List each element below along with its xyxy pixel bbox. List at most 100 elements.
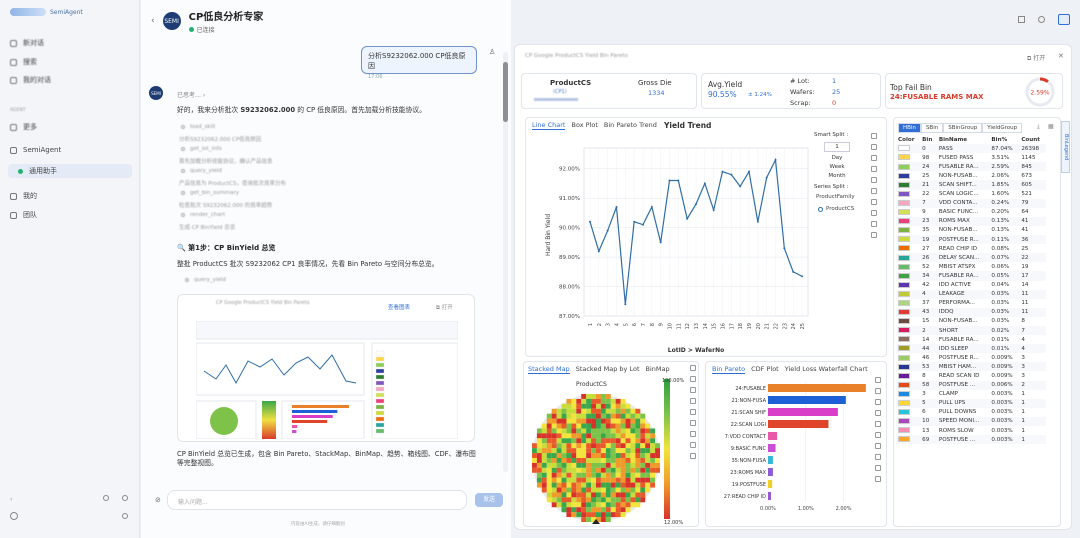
table-row[interactable]: 0 PASS 87.04% 26398 bbox=[896, 144, 1046, 154]
toolbar-icon[interactable] bbox=[690, 376, 696, 382]
settings-icon[interactable] bbox=[103, 495, 109, 501]
toolbar-icon[interactable] bbox=[690, 431, 696, 437]
toolbar-icon[interactable] bbox=[875, 454, 881, 460]
toolbar-icon[interactable] bbox=[875, 388, 881, 394]
chat-input[interactable]: 输入问题... bbox=[167, 490, 467, 510]
sidebar-item-semiagent[interactable]: SemiAgent bbox=[8, 143, 132, 157]
trend-tab[interactable]: Line Chart bbox=[532, 121, 566, 130]
avatar[interactable] bbox=[10, 512, 18, 520]
table-row[interactable]: 52 MBIST ATSPX 0.06% 19 bbox=[896, 262, 1046, 271]
gear-icon[interactable] bbox=[1038, 16, 1045, 23]
column-header[interactable]: Color bbox=[896, 135, 920, 144]
toolbar-icon[interactable] bbox=[871, 144, 877, 150]
sidebar-item-mine[interactable]: 我的 bbox=[8, 189, 132, 203]
toolbar-icon[interactable] bbox=[690, 365, 696, 371]
toolbar-icon[interactable] bbox=[690, 442, 696, 448]
toolbar-icon[interactable] bbox=[871, 177, 877, 183]
table-row[interactable]: 24 FUSABLE RA... 2.59% 845 bbox=[896, 162, 1046, 172]
bin-tab[interactable]: YieldGroup bbox=[982, 123, 1023, 133]
table-row[interactable]: 22 SCAN LOGIC... 1.60% 521 bbox=[896, 190, 1046, 199]
table-row[interactable]: 69 POSTFUSE ... 0.003% 1 bbox=[896, 435, 1046, 445]
scrollbar-thumb[interactable] bbox=[503, 62, 508, 122]
pareto-tab[interactable]: CDF Plot bbox=[751, 365, 779, 374]
split-option[interactable]: Month bbox=[824, 172, 850, 181]
table-row[interactable]: 15 NON-FUSAB... 0.03% 8 bbox=[896, 317, 1046, 326]
toolbar-icon[interactable] bbox=[871, 166, 877, 172]
sidebar-item-assistant[interactable]: 通用助手 bbox=[8, 164, 132, 178]
toolbar-icon[interactable] bbox=[690, 387, 696, 393]
app-logo[interactable]: SemiAgent bbox=[10, 6, 83, 18]
view-chart-link[interactable]: 查看图表 bbox=[388, 303, 410, 311]
toolbar-icon[interactable] bbox=[871, 210, 877, 216]
table-row[interactable]: 37 PERFORMA... 0.03% 11 bbox=[896, 299, 1046, 308]
bin-tab[interactable]: SBin bbox=[920, 123, 944, 133]
open-link[interactable]: ⧉ 打开 bbox=[1027, 53, 1045, 63]
stack-tab[interactable]: BinMap bbox=[646, 365, 670, 374]
sidebar-item-history[interactable]: 我的对话 bbox=[8, 73, 132, 87]
sidebar-item-team[interactable]: 团队 bbox=[8, 208, 132, 222]
sidebar-item-new-chat[interactable]: 新对话 bbox=[8, 36, 132, 50]
table-row[interactable]: 4 LEAKAGE 0.03% 11 bbox=[896, 289, 1046, 299]
column-header[interactable]: BinName bbox=[937, 135, 990, 144]
table-row[interactable]: 21 SCAN SHIFT... 1.85% 605 bbox=[896, 180, 1046, 190]
toolbar-icon[interactable] bbox=[871, 133, 877, 139]
table-row[interactable]: 9 BASIC FUNC... 0.20% 64 bbox=[896, 208, 1046, 217]
toolbar-icon[interactable] bbox=[875, 476, 881, 482]
pareto-tab[interactable]: Bin Pareto bbox=[712, 365, 746, 374]
toolbar-icon[interactable] bbox=[875, 377, 881, 383]
thinking-toggle[interactable]: 已思考… › bbox=[177, 90, 205, 99]
sidebar-item-search[interactable]: 搜索 bbox=[8, 55, 132, 69]
table-row[interactable]: 3 CLAMP 0.003% 1 bbox=[896, 390, 1046, 399]
chat-scrollbar[interactable] bbox=[503, 52, 508, 472]
split-option[interactable]: Week bbox=[824, 163, 850, 172]
table-row[interactable]: 13 ROMS SLOW 0.003% 1 bbox=[896, 426, 1046, 435]
legend-item[interactable]: ProductCS bbox=[818, 206, 854, 212]
table-row[interactable]: 23 ROMS MAX 0.13% 41 bbox=[896, 216, 1046, 226]
collapse-icon[interactable]: ‹ bbox=[10, 496, 12, 503]
attach-icon[interactable]: ⊘ bbox=[155, 496, 161, 504]
toolbar-icon[interactable] bbox=[875, 410, 881, 416]
table-row[interactable]: 10 SPEED MONI... 0.003% 1 bbox=[896, 416, 1046, 426]
back-icon[interactable]: ‹ bbox=[151, 16, 155, 26]
table-row[interactable]: 43 IDDQ 0.03% 11 bbox=[896, 307, 1046, 317]
column-header[interactable]: Bin bbox=[920, 135, 937, 144]
toolbar-icon[interactable] bbox=[875, 421, 881, 427]
sidebar-item-more[interactable]: 更多 bbox=[8, 120, 132, 134]
table-row[interactable]: 19 POSTFUSE R... 0.11% 36 bbox=[896, 235, 1046, 245]
table-row[interactable]: 44 IDD SLEEP 0.01% 4 bbox=[896, 344, 1046, 354]
grid-icon[interactable]: ▦ bbox=[1048, 123, 1054, 130]
bin-tab[interactable]: SBinGroup bbox=[943, 123, 983, 133]
toolbar-icon[interactable] bbox=[690, 398, 696, 404]
toolbar-icon[interactable] bbox=[871, 232, 877, 238]
bin-legend-toggle[interactable]: BinLegend bbox=[1061, 121, 1070, 173]
close-icon[interactable]: ✕ bbox=[1058, 52, 1064, 60]
logout-icon[interactable] bbox=[122, 513, 128, 519]
stack-tab[interactable]: Stacked Map by Lot bbox=[576, 365, 640, 374]
stack-tab[interactable]: Stacked Map bbox=[528, 365, 570, 374]
card-open-link[interactable]: ⧉ 打开 bbox=[436, 303, 453, 312]
table-row[interactable]: 7 VDD CONTA... 0.24% 79 bbox=[896, 198, 1046, 208]
help-icon[interactable] bbox=[122, 495, 128, 501]
table-row[interactable]: 98 FUSED PASS 3.51% 1145 bbox=[896, 153, 1046, 162]
toolbar-icon[interactable] bbox=[875, 432, 881, 438]
table-row[interactable]: 46 POSTFUSE R... 0.009% 3 bbox=[896, 353, 1046, 362]
panel-toggle-icon[interactable] bbox=[1058, 14, 1070, 25]
trend-tab[interactable]: Box Plot bbox=[571, 121, 597, 130]
toolbar-icon[interactable] bbox=[871, 188, 877, 194]
table-row[interactable]: 2 SHORT 0.02% 7 bbox=[896, 325, 1046, 336]
table-row[interactable]: 14 FUSABLE RA... 0.01% 4 bbox=[896, 335, 1046, 344]
toolbar-icon[interactable] bbox=[690, 453, 696, 459]
toolbar-icon[interactable] bbox=[871, 199, 877, 205]
send-button[interactable]: 发送 bbox=[475, 493, 503, 507]
toolbar-icon[interactable] bbox=[875, 465, 881, 471]
trend-tab[interactable]: Bin Pareto Trend bbox=[604, 121, 657, 130]
column-header[interactable]: Bin% bbox=[989, 135, 1019, 144]
table-row[interactable]: 53 MBIST HAM... 0.009% 3 bbox=[896, 362, 1046, 372]
chart-preview-card[interactable]: CP Google ProductCS Yield Bin Pareto 查看图… bbox=[177, 294, 475, 442]
table-row[interactable]: 26 DELAY SCAN... 0.07% 22 bbox=[896, 253, 1046, 263]
table-row[interactable]: 58 POSTFUSE ... 0.006% 2 bbox=[896, 380, 1046, 390]
table-row[interactable]: 6 PULL DOWNS 0.003% 1 bbox=[896, 408, 1046, 417]
download-icon[interactable]: ⤓ bbox=[1037, 123, 1040, 131]
toolbar-icon[interactable] bbox=[875, 399, 881, 405]
table-row[interactable]: 34 FUSABLE RA... 0.05% 17 bbox=[896, 271, 1046, 281]
